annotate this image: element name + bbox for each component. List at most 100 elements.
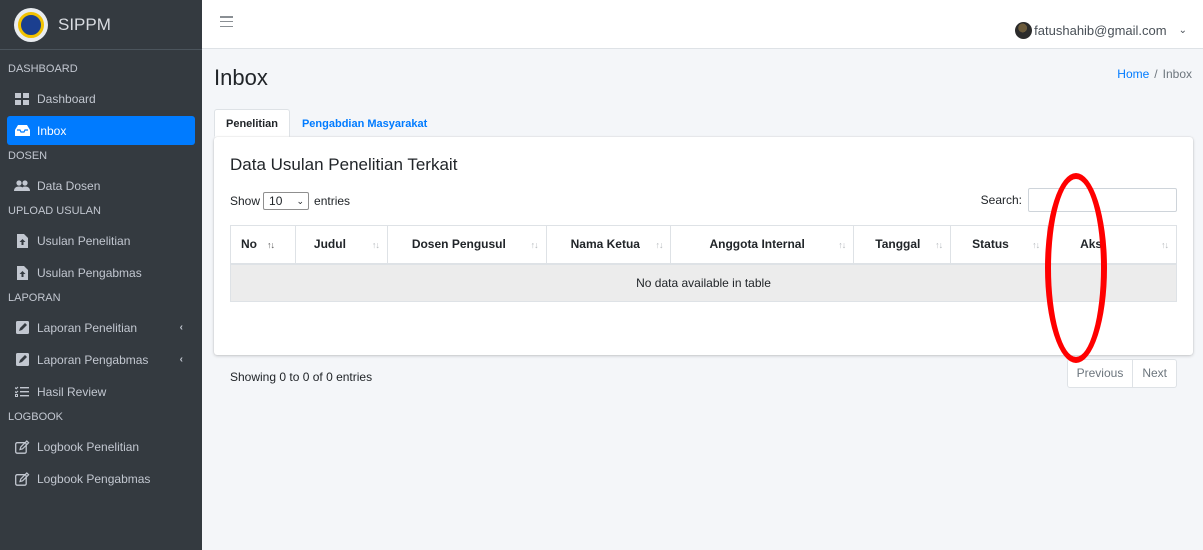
table-search: Search: (981, 188, 1177, 212)
empty-table-message: No data available in table (230, 263, 1177, 302)
table-row: No data available in table (230, 263, 1177, 302)
sidebar-item-dashboard[interactable]: Dashboard (7, 84, 195, 113)
entries-length-value: 10 (269, 194, 283, 208)
previous-page-button[interactable]: Previous (1066, 359, 1134, 388)
sidebar-header-upload-usulan: UPLOAD USULAN (8, 205, 101, 217)
table-header-row: No ↑↓ Judul ↑↓ Dosen Pengusul ↑↓ Nama Ketua… (230, 225, 1177, 265)
sidebar-header-dosen: DOSEN (8, 150, 48, 162)
sidebar-item-usulan-penelitian[interactable]: Usulan Penelitian (7, 226, 195, 255)
sidebar-item-label: Inbox (37, 123, 67, 138)
search-label: Search: (980, 193, 1022, 207)
chevron-left-icon[interactable]: ‹ (180, 322, 183, 333)
sidebar-item-label: Usulan Pengabmas (37, 265, 142, 280)
file-upload-icon (14, 233, 30, 248)
sort-icon: ↑↓ (1161, 240, 1169, 250)
sidebar-item-usulan-pengabmas[interactable]: Usulan Pengabmas (7, 258, 195, 287)
pen-square-icon (14, 439, 30, 454)
sidebar-item-logbook-penelitian[interactable]: Logbook Penelitian (7, 432, 195, 461)
sidebar-header-dashboard: DASHBOARD (8, 63, 78, 75)
data-table: No ↑↓ Judul ↑↓ Dosen Pengusul ↑↓ Nama Ketua… (230, 225, 1177, 302)
sort-icon: ↑↓ (838, 240, 846, 250)
sidebar-item-hasil-review[interactable]: Hasil Review (7, 377, 195, 406)
pagination: Previous Next (1066, 359, 1177, 388)
data-card: Data Usulan Penelitian Terkait Show 10 ⌄… (214, 137, 1193, 388)
column-header-tanggal[interactable]: Tanggal ↑↓ (853, 225, 951, 265)
edit-icon (14, 353, 30, 367)
show-label: Show (230, 194, 261, 208)
column-header-nama-ketua[interactable]: Nama Ketua ↑↓ (545, 225, 671, 265)
column-label: No (241, 237, 257, 252)
sort-icon: ↑↓ (655, 240, 663, 250)
column-label: Judul (313, 237, 346, 252)
sidebar-item-laporan-pengabmas[interactable]: Laporan Pengabmas ‹ (7, 345, 195, 374)
sidebar-item-label: Laporan Penelitian (37, 320, 138, 335)
chevron-down-icon: ⌄ (1178, 25, 1187, 36)
breadcrumb: Home / Inbox (1117, 67, 1192, 81)
card-title: Data Usulan Penelitian Terkait (230, 155, 458, 174)
sidebar-item-label: Dashboard (37, 91, 96, 106)
tab-penelitian[interactable]: Penelitian (214, 109, 290, 137)
brand-name: SIPPM (58, 14, 111, 34)
sidebar: SIPPM DASHBOARD Dashboard Inbox DOSEN Da… (0, 0, 202, 550)
search-input[interactable] (1028, 188, 1177, 212)
sort-icon: ↑↓ (371, 240, 380, 250)
sidebar-item-data-dosen[interactable]: Data Dosen (7, 171, 195, 200)
pen-square-icon (14, 471, 30, 486)
sidebar-header-logbook: LOGBOOK (8, 411, 64, 423)
sidebar-item-logbook-pengabmas[interactable]: Logbook Pengabmas (7, 464, 195, 493)
entries-length-select[interactable]: 10 ⌄ (263, 192, 310, 210)
sort-icon: ↑↓ (530, 240, 539, 250)
edit-icon (14, 321, 30, 335)
sidebar-item-label: Data Dosen (37, 178, 101, 193)
avatar (1015, 22, 1033, 39)
column-header-no[interactable]: No ↑↓ (230, 225, 296, 265)
column-label: Anggota Internal (709, 237, 805, 252)
brand-logo-icon (14, 7, 48, 42)
entries-label: entries (314, 194, 351, 208)
column-label: Dosen Pengusul (411, 237, 506, 252)
column-label: Aksi (1080, 237, 1106, 252)
tab-bar: Penelitian Pengabdian Masyarakat (214, 109, 439, 137)
sort-asc-icon: ↑↓ (267, 240, 275, 250)
next-page-button[interactable]: Next (1133, 359, 1177, 388)
column-label: Nama Ketua (570, 237, 640, 252)
sidebar-header-laporan: LAPORAN (8, 292, 61, 304)
topbar: fatushahib@gmail.com ⌄ (202, 0, 1203, 49)
sidebar-item-label: Hasil Review (37, 384, 107, 399)
tab-pengabdian-masyarakat[interactable]: Pengabdian Masyarakat (290, 109, 439, 137)
chevron-down-icon: ⌄ (296, 195, 305, 206)
column-header-dosen-pengusul[interactable]: Dosen Pengusul ↑↓ (386, 225, 547, 265)
file-upload-icon (14, 265, 30, 280)
column-header-status[interactable]: Status ↑↓ (950, 225, 1048, 265)
table-info: Showing 0 to 0 of 0 entries (230, 370, 373, 384)
hamburger-menu-icon[interactable] (220, 16, 233, 27)
page-title: Inbox (214, 65, 268, 90)
sidebar-item-label: Logbook Pengabmas (37, 471, 151, 486)
breadcrumb-current: Inbox (1162, 67, 1192, 81)
tasks-icon (14, 385, 30, 399)
column-header-anggota-internal[interactable]: Anggota Internal ↑↓ (670, 225, 854, 265)
inbox-icon (14, 124, 30, 138)
column-header-aksi[interactable]: Aksi ↑↓ (1047, 225, 1177, 265)
users-icon (14, 179, 30, 193)
chevron-left-icon[interactable]: ‹ (180, 354, 183, 365)
entries-length-control: Show 10 ⌄ entries (230, 192, 350, 210)
breadcrumb-separator: / (1154, 67, 1158, 81)
sidebar-menu: DASHBOARD Dashboard Inbox DOSEN Data Dos… (0, 50, 202, 493)
column-label: Status (972, 237, 1009, 252)
column-label: Tanggal (875, 237, 921, 252)
breadcrumb-home-link[interactable]: Home (1117, 67, 1149, 81)
sidebar-item-label: Usulan Penelitian (37, 233, 131, 248)
sidebar-item-laporan-penelitian[interactable]: Laporan Penelitian ‹ (7, 313, 195, 342)
sort-icon: ↑↓ (935, 240, 943, 250)
user-menu[interactable]: fatushahib@gmail.com ⌄ (1015, 22, 1187, 39)
sidebar-item-label: Laporan Pengabmas (37, 352, 149, 367)
column-header-judul[interactable]: Judul ↑↓ (294, 225, 388, 265)
main-content: Inbox Home / Inbox Penelitian Pengabdian M… (202, 49, 1203, 550)
user-email: fatushahib@gmail.com (1034, 23, 1167, 38)
sidebar-item-label: Logbook Penelitian (37, 439, 140, 454)
th-large-icon (14, 92, 30, 106)
sort-icon: ↑↓ (1032, 240, 1040, 250)
brand-link[interactable]: SIPPM (0, 0, 202, 50)
sidebar-item-inbox[interactable]: Inbox (7, 116, 195, 145)
